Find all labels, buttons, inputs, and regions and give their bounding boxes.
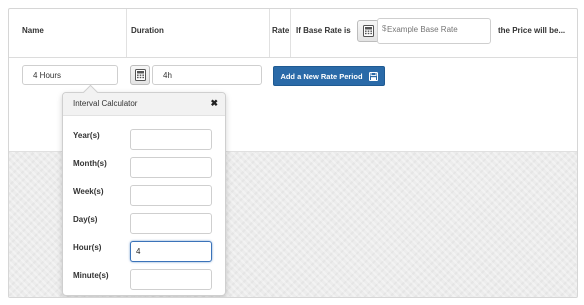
minutes-label: Minute(s)	[73, 271, 109, 280]
hours-input[interactable]	[130, 241, 212, 262]
popover-header: Interval Calculator ✖	[63, 93, 225, 116]
floppy-disk-icon	[368, 71, 378, 81]
weeks-input[interactable]	[130, 185, 212, 206]
header-rate: Rate	[272, 26, 290, 35]
duration-input[interactable]	[152, 65, 262, 85]
months-label: Month(s)	[73, 159, 107, 168]
name-input[interactable]	[22, 65, 118, 85]
add-rate-period-button[interactable]: Add a New Rate Period	[273, 66, 385, 86]
interval-calculator-popover: Interval Calculator ✖ Year(s) Month(s) W…	[62, 84, 226, 296]
years-input[interactable]	[130, 129, 212, 150]
column-divider	[126, 9, 127, 57]
hours-label: Hour(s)	[73, 243, 102, 252]
minutes-input[interactable]	[130, 269, 212, 290]
years-label: Year(s)	[73, 131, 100, 140]
table-header: Name Duration Rate If Base Rate is $ the…	[9, 9, 577, 58]
currency-prefix: $	[382, 24, 387, 33]
base-rate-input[interactable]	[387, 21, 487, 37]
calculator-icon	[362, 25, 374, 37]
close-icon[interactable]: ✖	[210, 98, 218, 108]
months-input[interactable]	[130, 157, 212, 178]
popover-title: Interval Calculator	[73, 99, 138, 108]
header-if-base-rate: If Base Rate is	[296, 26, 351, 35]
weeks-label: Week(s)	[73, 187, 104, 196]
add-rate-period-label: Add a New Rate Period	[280, 71, 363, 81]
base-rate-calculator-button[interactable]	[357, 20, 379, 42]
column-divider	[290, 9, 291, 57]
header-duration: Duration	[131, 26, 164, 35]
column-divider	[269, 9, 270, 57]
header-price-will-be: the Price will be...	[498, 26, 566, 35]
days-label: Day(s)	[73, 215, 98, 224]
rate-periods-panel: Name Duration Rate If Base Rate is $ the…	[8, 8, 578, 298]
days-input[interactable]	[130, 213, 212, 234]
base-rate-field[interactable]: $	[377, 18, 491, 44]
header-name: Name	[22, 26, 44, 35]
calculator-icon	[134, 69, 146, 81]
duration-calculator-button[interactable]	[130, 65, 150, 85]
